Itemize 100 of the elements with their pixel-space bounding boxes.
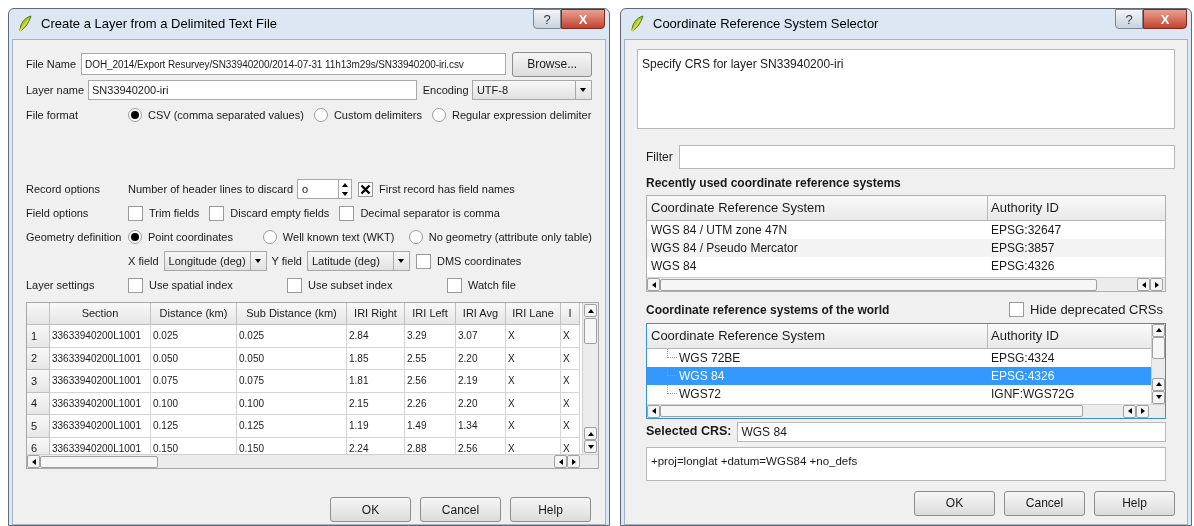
scroll-up-button[interactable] xyxy=(584,304,597,317)
table-cell-text: EPSG:4324 xyxy=(991,349,1055,367)
row-header[interactable]: 3 xyxy=(27,370,50,393)
scroll-right-button[interactable] xyxy=(1150,278,1163,291)
dropdown[interactable]: Longitude (deg) xyxy=(163,251,267,271)
scroll-up-button[interactable] xyxy=(1152,323,1165,337)
table-cell-text: EPSG:4326 xyxy=(991,258,1055,275)
filter-field[interactable] xyxy=(678,145,1175,169)
leaf-icon xyxy=(629,15,645,33)
row-header[interactable]: 2 xyxy=(27,347,50,370)
vertical-scrollbar[interactable] xyxy=(1151,323,1165,404)
column-header[interactable]: Coordinate Reference System xyxy=(647,323,988,349)
help-button[interactable]: ? xyxy=(1115,9,1143,29)
table-cell: 0.050 xyxy=(237,347,347,370)
arrow-down-icon xyxy=(341,189,350,198)
scroll-down-button[interactable] xyxy=(584,440,597,453)
arrow-right-icon xyxy=(1152,280,1161,289)
dialog-button[interactable]: OK xyxy=(914,490,995,516)
checkbox[interactable] xyxy=(339,205,355,221)
radio-button[interactable] xyxy=(313,108,328,122)
dropdown[interactable]: Latitude (deg) xyxy=(306,251,410,271)
scroll-up-button[interactable] xyxy=(1152,377,1165,391)
spin-box[interactable]: o xyxy=(297,179,353,199)
scroll-left-button[interactable] xyxy=(647,404,660,418)
radio-label: Custom delimiters xyxy=(333,107,422,123)
scroll-left-button[interactable] xyxy=(554,455,567,468)
dialog-button[interactable]: Cancel xyxy=(1004,490,1085,516)
arrow-down-icon xyxy=(254,257,263,265)
table-cell: 3.07 xyxy=(456,325,506,348)
checkbox[interactable] xyxy=(415,253,431,269)
horizontal-scrollbar[interactable] xyxy=(27,454,598,468)
table-cell: 2.26 xyxy=(405,392,456,415)
dialog-button[interactable]: Cancel xyxy=(420,497,501,522)
checkbox-label: First record has field names xyxy=(379,181,515,197)
selected-crs-field[interactable]: WGS 84 xyxy=(737,421,1166,442)
table-cell: X xyxy=(561,325,580,348)
section-heading: Coordinate reference systems of the world xyxy=(646,301,890,319)
column-header[interactable]: IRI Lane xyxy=(506,303,561,325)
scrollbar-thumb[interactable] xyxy=(584,318,597,344)
help-button[interactable]: ? xyxy=(533,9,561,29)
field-label: Y field xyxy=(271,253,302,269)
checkbox-label: Trim fields xyxy=(149,205,200,221)
horizontal-scrollbar[interactable] xyxy=(647,403,1165,418)
checkbox-label: Hide deprecated CRSs xyxy=(1030,301,1163,319)
scrollbar-thumb[interactable] xyxy=(1152,336,1165,359)
scroll-left-button[interactable] xyxy=(647,278,660,291)
column-header[interactable]: Authority ID xyxy=(988,323,1151,349)
column-header[interactable]: I xyxy=(561,303,580,325)
list-row[interactable]: WGS 84 / Pseudo Mercator EPSG:3857 xyxy=(647,239,1165,257)
checkbox[interactable] xyxy=(1009,302,1025,318)
vertical-scrollbar[interactable] xyxy=(582,303,598,454)
scroll-left-button[interactable] xyxy=(1137,278,1150,291)
checkbox[interactable] xyxy=(209,205,225,221)
scrollbar-thumb[interactable] xyxy=(660,278,1097,291)
dialog-button[interactable]: OK xyxy=(330,497,411,522)
checkbox[interactable] xyxy=(447,277,462,293)
row-header[interactable]: 4 xyxy=(27,392,50,415)
dropdown[interactable]: UTF-8 xyxy=(471,80,592,100)
scroll-left-button[interactable] xyxy=(1123,404,1136,418)
dialog-button[interactable]: Help xyxy=(1094,490,1175,516)
tree-branch-line xyxy=(667,384,677,394)
column-header[interactable]: Coordinate Reference System xyxy=(647,196,988,221)
column-header[interactable]: Sub Distance (km) xyxy=(237,303,347,325)
proj-string-box: +proj=longlat +datum=WGS84 +no_defs xyxy=(646,446,1166,481)
radio-button[interactable] xyxy=(127,230,142,244)
scroll-left-button[interactable] xyxy=(27,455,40,468)
row-header[interactable]: 1 xyxy=(27,325,50,348)
radio-button[interactable] xyxy=(128,108,142,122)
column-header[interactable]: IRI Right xyxy=(347,303,405,325)
dialog-button[interactable]: Browse... xyxy=(512,51,592,77)
horizontal-scrollbar[interactable] xyxy=(647,277,1165,291)
column-header[interactable]: IRI Left xyxy=(405,303,456,325)
file-name-field[interactable]: DOH_2014/Export Resurvey/SN33940200/2014-07-31 11h13m29s/SN33940200-iri.csv xyxy=(81,53,507,75)
table-cell: 0.025 xyxy=(237,325,347,348)
checkbox[interactable] xyxy=(128,205,143,221)
radio-label: Regular expression delimiter xyxy=(451,107,592,123)
table-cell-text: WGS 84 / UTM zone 47N xyxy=(651,222,788,239)
scrollbar-thumb[interactable] xyxy=(40,455,158,468)
scroll-right-button[interactable] xyxy=(567,455,580,468)
column-header[interactable]: Section xyxy=(50,303,151,325)
column-header[interactable]: Authority ID xyxy=(988,196,1165,221)
dialog-button[interactable]: Help xyxy=(510,497,591,522)
checkbox[interactable] xyxy=(128,277,143,293)
column-header[interactable]: IRI Avg xyxy=(456,303,506,325)
column-header[interactable]: Distance (km) xyxy=(151,303,237,325)
field-label: File Name xyxy=(26,56,78,72)
checkbox[interactable] xyxy=(287,277,302,293)
radio-button[interactable] xyxy=(408,230,423,244)
row-header[interactable]: 5 xyxy=(27,415,50,438)
scroll-right-button[interactable] xyxy=(1136,404,1149,418)
description-box: Specify CRS for layer SN33940200-iri xyxy=(637,49,1175,129)
scrollbar-thumb[interactable] xyxy=(660,405,1083,417)
layer-name-field[interactable]: SN33940200-iri xyxy=(88,80,417,100)
radio-button[interactable] xyxy=(431,108,446,122)
table-cell: X xyxy=(561,392,580,415)
arrow-up-icon xyxy=(1154,326,1163,334)
scroll-up-button[interactable] xyxy=(584,427,597,440)
corner-header xyxy=(27,303,50,325)
checkbox[interactable] xyxy=(358,181,374,197)
radio-button[interactable] xyxy=(262,230,277,244)
